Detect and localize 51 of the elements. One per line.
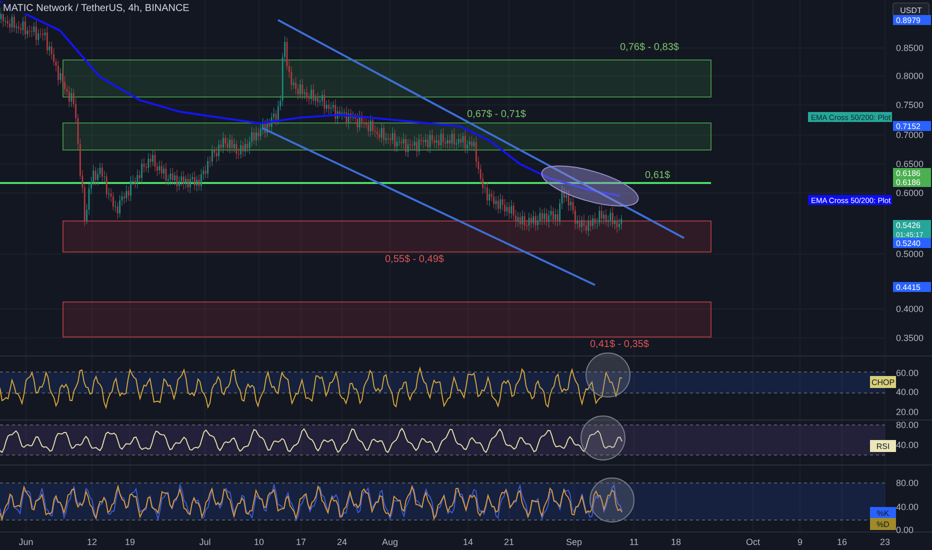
chart-title: MATIC Network / TetherUS, 4h, BINANCE xyxy=(1,2,191,14)
axis-value: 0.8000 xyxy=(896,71,924,81)
price-marker: 0.7152 xyxy=(893,121,931,131)
axis-value: 0.5000 xyxy=(896,249,924,259)
axis-value: 0.6000 xyxy=(896,188,924,198)
price-marker: 0.5240 xyxy=(893,238,931,248)
time-label: Jul xyxy=(199,537,211,547)
price-marker: 0.8979 xyxy=(893,15,931,25)
axis-value: 0.8500 xyxy=(896,43,924,53)
time-label: 23 xyxy=(880,537,890,547)
axis-value: 0.7500 xyxy=(896,100,924,110)
indicator-tag: %K xyxy=(870,507,896,519)
time-label: 19 xyxy=(125,537,135,547)
indicator-tag: %D xyxy=(870,518,896,530)
zone-label: 0,61$ xyxy=(645,170,670,181)
axis-value: 0.00 xyxy=(896,525,914,535)
time-label: 14 xyxy=(463,537,473,547)
time-label: 16 xyxy=(837,537,847,547)
axis-value: 20.00 xyxy=(896,407,919,417)
price-marker: 0.6186 xyxy=(893,168,931,178)
time-label: Aug xyxy=(382,537,398,547)
price-marker: 0.6186 xyxy=(893,177,931,187)
time-label: 11 xyxy=(629,537,639,547)
indicator-tag: RSI xyxy=(870,440,896,452)
price-marker: 0.4415 xyxy=(893,282,931,292)
zone-label: 0,76$ - 0,83$ xyxy=(620,42,679,53)
axis-value: 0.4000 xyxy=(896,304,924,314)
time-label: 9 xyxy=(798,537,802,547)
time-label: 17 xyxy=(296,537,306,547)
time-label: Sep xyxy=(566,537,582,547)
time-label: Oct xyxy=(746,537,760,547)
axis-value: 40.00 xyxy=(896,502,919,512)
zone-label: 0,41$ - 0,35$ xyxy=(590,339,649,350)
time-label: 24 xyxy=(337,537,347,547)
currency-button[interactable]: USDT xyxy=(892,2,930,16)
zone-label: 0,55$ - 0,49$ xyxy=(385,254,444,265)
time-label: 21 xyxy=(504,537,514,547)
axis-value: 0.7000 xyxy=(896,130,924,140)
time-label: 10 xyxy=(254,537,264,547)
axis-value: 40.00 xyxy=(896,440,919,450)
axis-value: 80.00 xyxy=(896,478,919,488)
time-label: Jun xyxy=(18,537,34,547)
time-label: 18 xyxy=(671,537,681,547)
axis-value: 60.00 xyxy=(896,368,919,378)
zone-label: 0,67$ - 0,71$ xyxy=(467,109,526,120)
axis-value: 80.00 xyxy=(896,420,919,430)
axis-value: 0.6500 xyxy=(896,159,924,169)
time-label: 12 xyxy=(87,537,97,547)
axis-value: 0.3500 xyxy=(896,333,924,343)
indicator-tag: CHOP xyxy=(870,376,896,388)
axis-value: 40.00 xyxy=(896,387,919,397)
